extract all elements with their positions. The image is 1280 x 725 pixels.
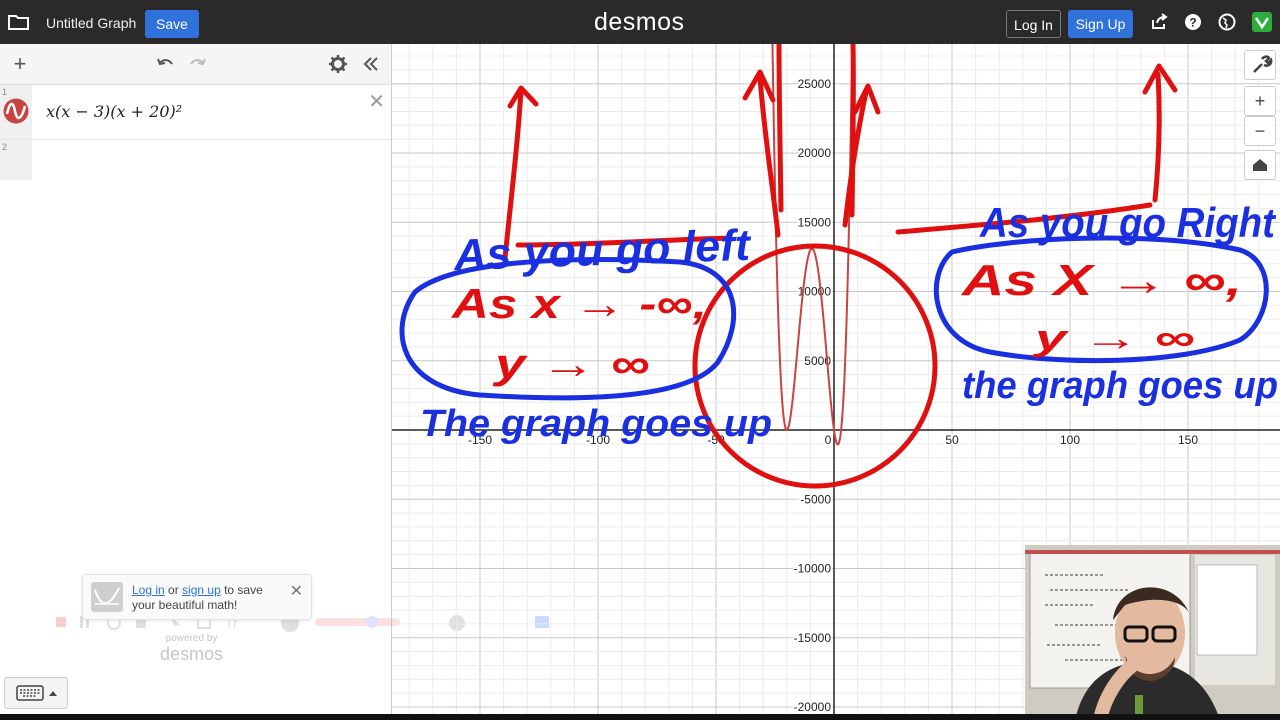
collapse-panel-icon[interactable] bbox=[361, 54, 381, 74]
right-limit-x: As X → ∞, bbox=[961, 256, 1242, 305]
left-limit-x: As x → -∞, bbox=[451, 280, 707, 327]
add-expression-icon[interactable]: + bbox=[10, 53, 30, 75]
top-bar: Untitled Graph Save desmos Log In Sign U… bbox=[0, 0, 1280, 44]
x-tick-label: 100 bbox=[1060, 433, 1080, 447]
y-tick-label: -5000 bbox=[800, 492, 831, 506]
redo-icon[interactable] bbox=[188, 54, 208, 74]
signup-link[interactable]: sign up bbox=[182, 583, 221, 597]
home-zoom-icon[interactable] bbox=[1244, 150, 1276, 180]
x-tick-label: 0 bbox=[825, 433, 832, 447]
save-button[interactable]: Save bbox=[145, 10, 199, 38]
x-tick-label: 150 bbox=[1178, 433, 1198, 447]
undo-icon[interactable] bbox=[155, 54, 175, 74]
svg-text:?: ? bbox=[1189, 16, 1196, 30]
save-prompt-toast: Log in or sign up to save your beautiful… bbox=[82, 574, 312, 620]
desmos-logo: desmos bbox=[594, 8, 685, 36]
y-tick-label: -10000 bbox=[794, 562, 832, 576]
x-tick-label: 50 bbox=[945, 433, 959, 447]
settings-gear-icon[interactable] bbox=[328, 54, 348, 74]
signup-button[interactable]: Sign Up bbox=[1068, 10, 1133, 38]
expression-row-1[interactable]: 1 x(x − 3)(x + 20)² ✕ bbox=[0, 85, 391, 140]
expression-row-2[interactable]: 2 bbox=[0, 140, 391, 180]
save-prompt-text: Log in or sign up to save your beautiful… bbox=[132, 583, 263, 612]
webcam-overlay bbox=[1025, 545, 1280, 720]
login-button[interactable]: Log In bbox=[1006, 10, 1061, 38]
share-icon[interactable] bbox=[1150, 13, 1168, 31]
left-caption: The graph goes up bbox=[420, 403, 772, 445]
keyboard-icon bbox=[16, 685, 57, 701]
y-tick-label: -20000 bbox=[794, 700, 832, 714]
graph-title[interactable]: Untitled Graph bbox=[46, 15, 136, 31]
zoom-out-button[interactable]: − bbox=[1244, 116, 1276, 146]
folder-icon[interactable] bbox=[8, 12, 30, 32]
y-tick-label: 25000 bbox=[798, 77, 832, 91]
close-toast-icon[interactable]: ✕ bbox=[290, 581, 303, 601]
help-icon[interactable]: ? bbox=[1184, 13, 1202, 31]
zoom-in-button[interactable]: + bbox=[1244, 86, 1276, 116]
delete-expression-icon[interactable]: ✕ bbox=[368, 89, 385, 114]
graph-thumbnail-icon bbox=[91, 582, 123, 612]
curve-color-icon[interactable] bbox=[3, 98, 29, 124]
y-tick-label: -15000 bbox=[794, 631, 832, 645]
right-heading: As you go Right bbox=[979, 199, 1277, 246]
right-caption: the graph goes up bbox=[962, 365, 1278, 407]
keyboard-toggle[interactable] bbox=[4, 677, 68, 709]
powered-by-desmos: powered by desmos bbox=[160, 633, 224, 664]
expression-formula[interactable]: x(x − 3)(x + 20)² bbox=[46, 102, 182, 121]
globe-icon[interactable] bbox=[1218, 13, 1236, 31]
video-bottom-edge bbox=[0, 714, 1280, 720]
left-heading: As you go left bbox=[452, 221, 753, 280]
expression-toolbar: + bbox=[0, 44, 391, 85]
expression-number: 2 bbox=[0, 140, 32, 180]
y-tick-label: 15000 bbox=[798, 215, 832, 229]
y-tick-label: 20000 bbox=[798, 146, 832, 160]
avatar-icon[interactable] bbox=[1252, 12, 1272, 32]
graph-settings-wrench-icon[interactable] bbox=[1244, 50, 1276, 80]
right-limit-y: y → ∞ bbox=[1032, 317, 1195, 358]
left-limit-y: y → ∞ bbox=[492, 340, 650, 387]
login-link[interactable]: Log in bbox=[132, 583, 165, 597]
